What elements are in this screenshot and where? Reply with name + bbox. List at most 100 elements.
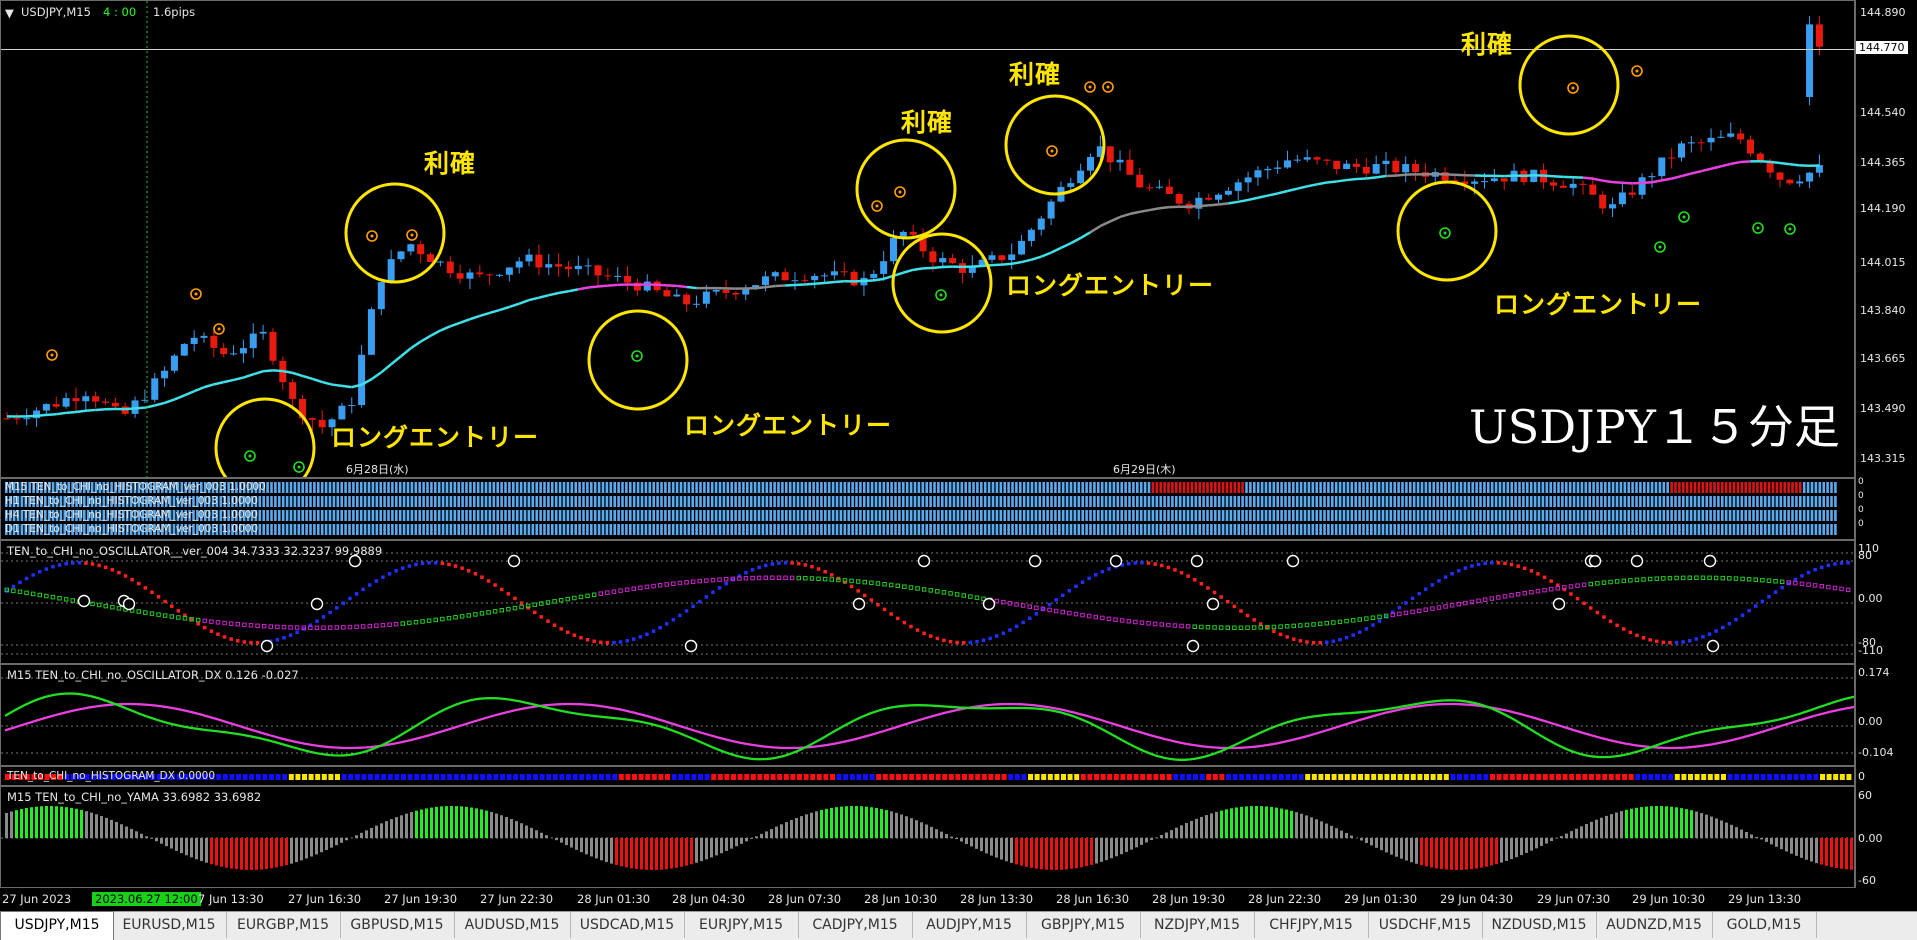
histogram-bar: [1588, 510, 1591, 521]
histogram-bar: [1549, 496, 1552, 507]
histogram-bar: [1530, 482, 1533, 493]
histogram-bar: [496, 510, 499, 521]
yama-pane[interactable]: M15 TEN_to_CHI_no_YAMA 33.6982 33.6982: [0, 786, 1855, 888]
histogram-bar: [348, 510, 351, 521]
candle-body: [1353, 164, 1360, 167]
symbol-tab[interactable]: GBPJPY,M15: [1026, 912, 1141, 938]
symbol-tab[interactable]: USDJPY,M15: [0, 911, 114, 940]
histogram-dx-cell: [1272, 774, 1277, 780]
histogram-bar: [1596, 496, 1599, 507]
histogram-bar: [746, 482, 749, 493]
histogram-bar: [1631, 496, 1634, 507]
oscillator-dx-pane[interactable]: M15 TEN_to_CHI_no_OSCILLATOR_DX 0.126 -0…: [0, 664, 1855, 766]
histogram-bar: [645, 524, 648, 535]
histogram-dx-cell: [388, 774, 393, 780]
symbol-tab[interactable]: AUDUSD,M15: [454, 912, 571, 938]
histogram-bar: [1113, 524, 1116, 535]
histogram-dx-cell: [678, 774, 683, 780]
histogram-bar: [1101, 496, 1104, 507]
symbol-tab[interactable]: USDCAD,M15: [570, 912, 685, 938]
chart-menu-arrow[interactable]: ▼: [5, 6, 14, 20]
signal-dot: [381, 623, 385, 627]
marker-dot: [1789, 228, 1792, 231]
yama-bar: [930, 827, 933, 838]
time-axis-label: 28 Jun 01:30: [577, 892, 650, 906]
histogram-bar: [1569, 482, 1572, 493]
histogram-bar: [317, 482, 320, 493]
symbol-tab[interactable]: CADJPY,M15: [798, 912, 913, 938]
histogram-bar: [992, 524, 995, 535]
histogram-bar: [602, 524, 605, 535]
histogram-dx-cell: [408, 774, 413, 780]
symbol-tab[interactable]: USDCHF,M15: [1368, 912, 1483, 938]
time-axis-label: 28 Jun 07:30: [768, 892, 841, 906]
signal-dot: [249, 624, 253, 628]
candle-body: [220, 348, 227, 354]
oscillator-pane[interactable]: TEN_to_CHI_no_OSCILLATOR__ver_004 34.733…: [0, 540, 1855, 664]
histogram-bar: [1382, 496, 1385, 507]
main-chart-pane[interactable]: ▼ USDJPY,M15 4 : 00 1.6pips 6月28日(水) 6月2…: [0, 0, 1855, 478]
histogram-bar: [711, 524, 714, 535]
histogram-bar: [446, 524, 449, 535]
yama-bar: [320, 838, 323, 852]
histogram-dx-cell: [1424, 774, 1429, 780]
signal-dot: [1226, 626, 1230, 630]
histogram-bar: [446, 496, 449, 507]
histogram-bar: [1401, 496, 1404, 507]
candle-body: [1205, 198, 1212, 200]
histogram-dx-pane[interactable]: TEN_to_CHI_no_HISTOGRAM_DX 0.0000: [0, 766, 1855, 786]
oscillator-dot: [883, 608, 887, 612]
symbol-tab[interactable]: AUDJPY,M15: [912, 912, 1027, 938]
candle-body: [1294, 160, 1301, 161]
signal-dot: [1846, 588, 1850, 592]
time-axis-label: 29 Jun 07:30: [1537, 892, 1610, 906]
histogram-dx-cell: [751, 774, 756, 780]
histogram-bar: [1464, 482, 1467, 493]
histogram-bar: [1803, 510, 1806, 521]
histogram-bar: [364, 510, 367, 521]
yama-bar: [1480, 838, 1483, 868]
symbol-tab[interactable]: GBPUSD,M15: [340, 912, 455, 938]
symbol-tab[interactable]: NZDJPY,M15: [1140, 912, 1255, 938]
histogram-bar: [793, 510, 796, 521]
histogram-bar: [656, 482, 659, 493]
histogram-bar: [1725, 496, 1728, 507]
candle-body: [1333, 161, 1340, 169]
histogram-dx-cell: [1774, 774, 1779, 780]
symbol-tab[interactable]: GOLD,M15: [1712, 912, 1817, 938]
oscillator-plot: [1, 541, 1855, 664]
histogram-bar: [668, 496, 671, 507]
signal-dot: [507, 607, 511, 611]
symbol-tab[interactable]: NZDUSD,M15: [1482, 912, 1597, 938]
symbol-tab[interactable]: EURJPY,M15: [684, 912, 799, 938]
histogram-bar: [1425, 510, 1428, 521]
oscillator-dot: [949, 640, 953, 644]
histogram-pane[interactable]: M15 TEN_to_CHI_no_HISTOGRAM_ver_003 1.00…: [0, 478, 1855, 540]
oscillator-dot: [1206, 586, 1210, 590]
histogram-bar: [828, 496, 831, 507]
symbol-tab[interactable]: EURUSD,M15: [112, 912, 227, 938]
symbol-tab[interactable]: AUDNZD,M15: [1596, 912, 1713, 938]
moving-average-segment: [480, 313, 490, 316]
histogram-bar: [1331, 496, 1334, 507]
moving-average-segment: [371, 372, 381, 379]
histogram-bar: [1093, 510, 1096, 521]
yama-bar: [905, 816, 908, 838]
symbol-tab[interactable]: CHFJPY,M15: [1254, 912, 1369, 938]
yama-bar: [1075, 838, 1078, 868]
histogram-bar: [676, 482, 679, 493]
histogram-bar: [1546, 496, 1549, 507]
histogram-bar: [532, 510, 535, 521]
histogram-bar: [754, 510, 757, 521]
yama-bar: [855, 806, 858, 838]
histogram-dx-cell: [1549, 774, 1554, 780]
histogram-bar: [1046, 510, 1049, 521]
symbol-tab[interactable]: EURGBP,M15: [226, 912, 341, 938]
histogram-bar: [1206, 524, 1209, 535]
signal-dot: [480, 612, 484, 616]
yama-bar: [650, 838, 653, 870]
oscillator-dot: [1734, 618, 1738, 622]
histogram-bar: [1538, 524, 1541, 535]
histogram-bar: [391, 524, 394, 535]
yama-bar: [1490, 838, 1493, 865]
